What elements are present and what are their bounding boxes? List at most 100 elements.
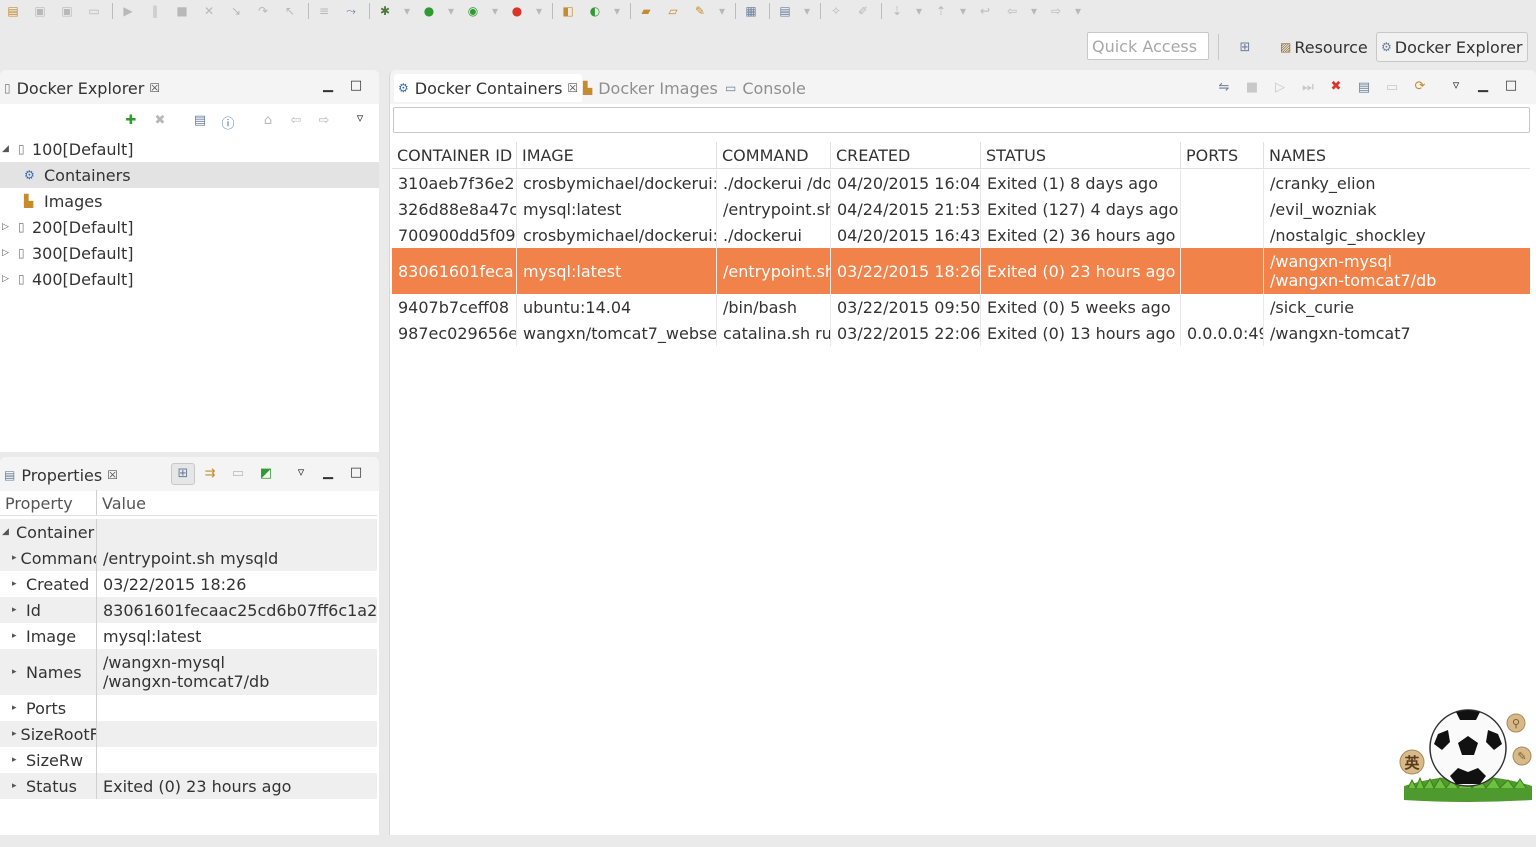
- save-icon[interactable]: ▣: [31, 3, 49, 19]
- new-java-project-icon[interactable]: ◧: [559, 3, 577, 19]
- pen-icon[interactable]: ✐: [854, 3, 872, 19]
- forward-icon[interactable]: ⇨: [316, 113, 332, 128]
- restore-default-icon[interactable]: ▭: [230, 466, 246, 481]
- back-icon[interactable]: ⇦: [288, 113, 304, 128]
- run-icon[interactable]: ●: [420, 3, 438, 19]
- tree-node-connection-300[interactable]: ▷ ▯ 300[Default]: [0, 240, 379, 266]
- disconnect-icon[interactable]: ✕: [200, 3, 218, 19]
- collapsed-icon[interactable]: ▷: [2, 222, 12, 232]
- display-log-icon[interactable]: ▤: [1356, 80, 1372, 95]
- forward-icon[interactable]: ⇨: [1047, 3, 1065, 19]
- chevron-down-icon[interactable]: ▾: [403, 3, 411, 19]
- view-menu-icon[interactable]: ▿: [294, 465, 308, 480]
- minimize-icon[interactable]: ▁: [321, 78, 335, 93]
- chevron-down-icon[interactable]: ▾: [1030, 3, 1038, 19]
- maximize-icon[interactable]: □: [1504, 78, 1518, 93]
- perspective-docker-button[interactable]: ⚙ Docker Explorer: [1376, 32, 1528, 62]
- collapsed-icon[interactable]: ▸: [12, 605, 22, 615]
- table-row[interactable]: 700900dd5f09 crosbymichael/dockerui:late…: [392, 222, 1530, 248]
- property-row[interactable]: ▸ Id 83061601fecaac25cd6b07ff6c1a22a1: [0, 597, 377, 623]
- chevron-down-icon[interactable]: ▾: [1074, 3, 1082, 19]
- table-row[interactable]: 310aeb7f36e2 crosbymichael/dockerui:late…: [392, 170, 1530, 196]
- stop-icon[interactable]: ■: [1244, 80, 1260, 95]
- tree-node-connection-400[interactable]: ▷ ▯ 400[Default]: [0, 266, 379, 292]
- last-edit-icon[interactable]: ↩: [976, 3, 994, 19]
- tab-docker-explorer[interactable]: ▯ Docker Explorer ☒: [4, 76, 160, 100]
- close-icon[interactable]: ☒: [149, 81, 160, 95]
- open-task-icon[interactable]: ▱: [664, 3, 682, 19]
- chevron-down-icon[interactable]: ▾: [718, 3, 726, 19]
- minimize-icon[interactable]: ▁: [1476, 78, 1490, 93]
- table-row[interactable]: 9407b7ceff08 ubuntu:14.04 /bin/bash 03/2…: [392, 294, 1530, 320]
- collapsed-icon[interactable]: ▷: [2, 274, 12, 284]
- debug-icon[interactable]: ✱: [376, 3, 394, 19]
- perspective-resource-button[interactable]: ▨ Resource: [1276, 32, 1372, 62]
- collapsed-icon[interactable]: ▷: [2, 248, 12, 258]
- suspend-icon[interactable]: ‖: [146, 3, 164, 19]
- tab-console[interactable]: ▭ Console: [725, 76, 806, 100]
- coverage-icon[interactable]: ◉: [464, 3, 482, 19]
- step-over-icon[interactable]: ↷: [254, 3, 272, 19]
- close-icon[interactable]: ☒: [567, 81, 578, 95]
- document-icon[interactable]: ▤: [192, 113, 208, 128]
- property-row[interactable]: ▸ Created 03/22/2015 18:26: [0, 571, 377, 597]
- container-filter-input[interactable]: [393, 107, 1530, 133]
- column-header-image[interactable]: IMAGE: [517, 142, 717, 168]
- tree-node-images[interactable]: ▙ Images: [0, 188, 379, 214]
- chevron-down-icon[interactable]: ▾: [491, 3, 499, 19]
- collapsed-icon[interactable]: ▸: [12, 553, 17, 563]
- chevron-down-icon[interactable]: ▾: [535, 3, 543, 19]
- column-header-status[interactable]: STATUS: [981, 142, 1181, 168]
- column-header-command[interactable]: COMMAND: [717, 142, 831, 168]
- input-method-mascot[interactable]: ⚲ ✎ 英: [1398, 706, 1534, 804]
- collapsed-icon[interactable]: ▸: [12, 703, 22, 713]
- external-tools-icon[interactable]: ●: [508, 3, 526, 19]
- collapsed-icon[interactable]: ▸: [12, 667, 22, 677]
- chevron-down-icon[interactable]: ▾: [803, 3, 811, 19]
- close-icon[interactable]: ☒: [107, 468, 118, 482]
- tab-properties[interactable]: ▤ Properties ☒: [4, 463, 118, 487]
- filter-icon[interactable]: ⇋: [1216, 80, 1232, 95]
- table-row[interactable]: 987ec029656e wangxn/tomcat7_webserver ca…: [392, 320, 1530, 346]
- search-icon[interactable]: ✎: [691, 3, 709, 19]
- remove-container-icon[interactable]: ✖: [1328, 79, 1344, 94]
- chevron-down-icon[interactable]: ▾: [613, 3, 621, 19]
- property-row[interactable]: ▸ Names /wangxn-mysql/wangxn-tomcat7/db: [0, 649, 377, 695]
- property-row[interactable]: ▸ Ports: [0, 695, 377, 721]
- open-perspective-icon[interactable]: ⊞: [1234, 32, 1256, 62]
- next-edit-icon[interactable]: ⇣: [888, 3, 906, 19]
- chevron-down-icon[interactable]: ▾: [447, 3, 455, 19]
- step-into-icon[interactable]: ↘: [227, 3, 245, 19]
- step-return-icon[interactable]: ↖: [281, 3, 299, 19]
- tree-node-connection-100[interactable]: ◢ ▯ 100[Default]: [0, 136, 379, 162]
- property-row[interactable]: ▸ Command /entrypoint.sh mysqld: [0, 545, 377, 571]
- column-header-names[interactable]: NAMES: [1264, 142, 1530, 168]
- open-console-icon[interactable]: ▦: [742, 3, 760, 19]
- collapsed-icon[interactable]: ▸: [12, 631, 22, 641]
- help-icon[interactable]: ⓘ: [220, 113, 236, 132]
- show-categories-icon[interactable]: ⊞: [171, 463, 195, 485]
- print-icon[interactable]: ▭: [85, 3, 103, 19]
- annotation-icon[interactable]: ✧: [827, 3, 845, 19]
- skip-breakpoints-icon[interactable]: ⤳: [342, 3, 360, 19]
- terminate-icon[interactable]: ■: [173, 3, 191, 19]
- expanded-icon[interactable]: ◢: [2, 527, 12, 537]
- column-header-ports[interactable]: PORTS: [1181, 142, 1264, 168]
- property-row[interactable]: ▸ SizeRw: [0, 747, 377, 773]
- collapsed-icon[interactable]: ▸: [12, 755, 22, 765]
- window-icon[interactable]: ▤: [776, 3, 794, 19]
- tab-docker-containers[interactable]: ⚙ Docker Containers ☒: [394, 74, 583, 102]
- maximize-icon[interactable]: □: [349, 78, 363, 93]
- collapsed-icon[interactable]: ▸: [12, 729, 17, 739]
- previous-edit-icon[interactable]: ⇡: [932, 3, 950, 19]
- property-row[interactable]: ▸ Status Exited (0) 23 hours ago: [0, 773, 377, 799]
- minimize-icon[interactable]: ▁: [321, 465, 335, 480]
- refresh-icon[interactable]: ⟳: [1412, 79, 1428, 94]
- property-group-container[interactable]: ◢ Container: [0, 519, 377, 545]
- property-row[interactable]: ▸SizeRootFs: [0, 721, 377, 747]
- chevron-down-icon[interactable]: ▾: [959, 3, 967, 19]
- remove-connection-icon[interactable]: ✖: [152, 113, 168, 128]
- pause-icon[interactable]: ⏭: [1300, 80, 1316, 95]
- collapsed-icon[interactable]: ▸: [12, 781, 22, 791]
- resume-icon[interactable]: ▶: [119, 3, 137, 19]
